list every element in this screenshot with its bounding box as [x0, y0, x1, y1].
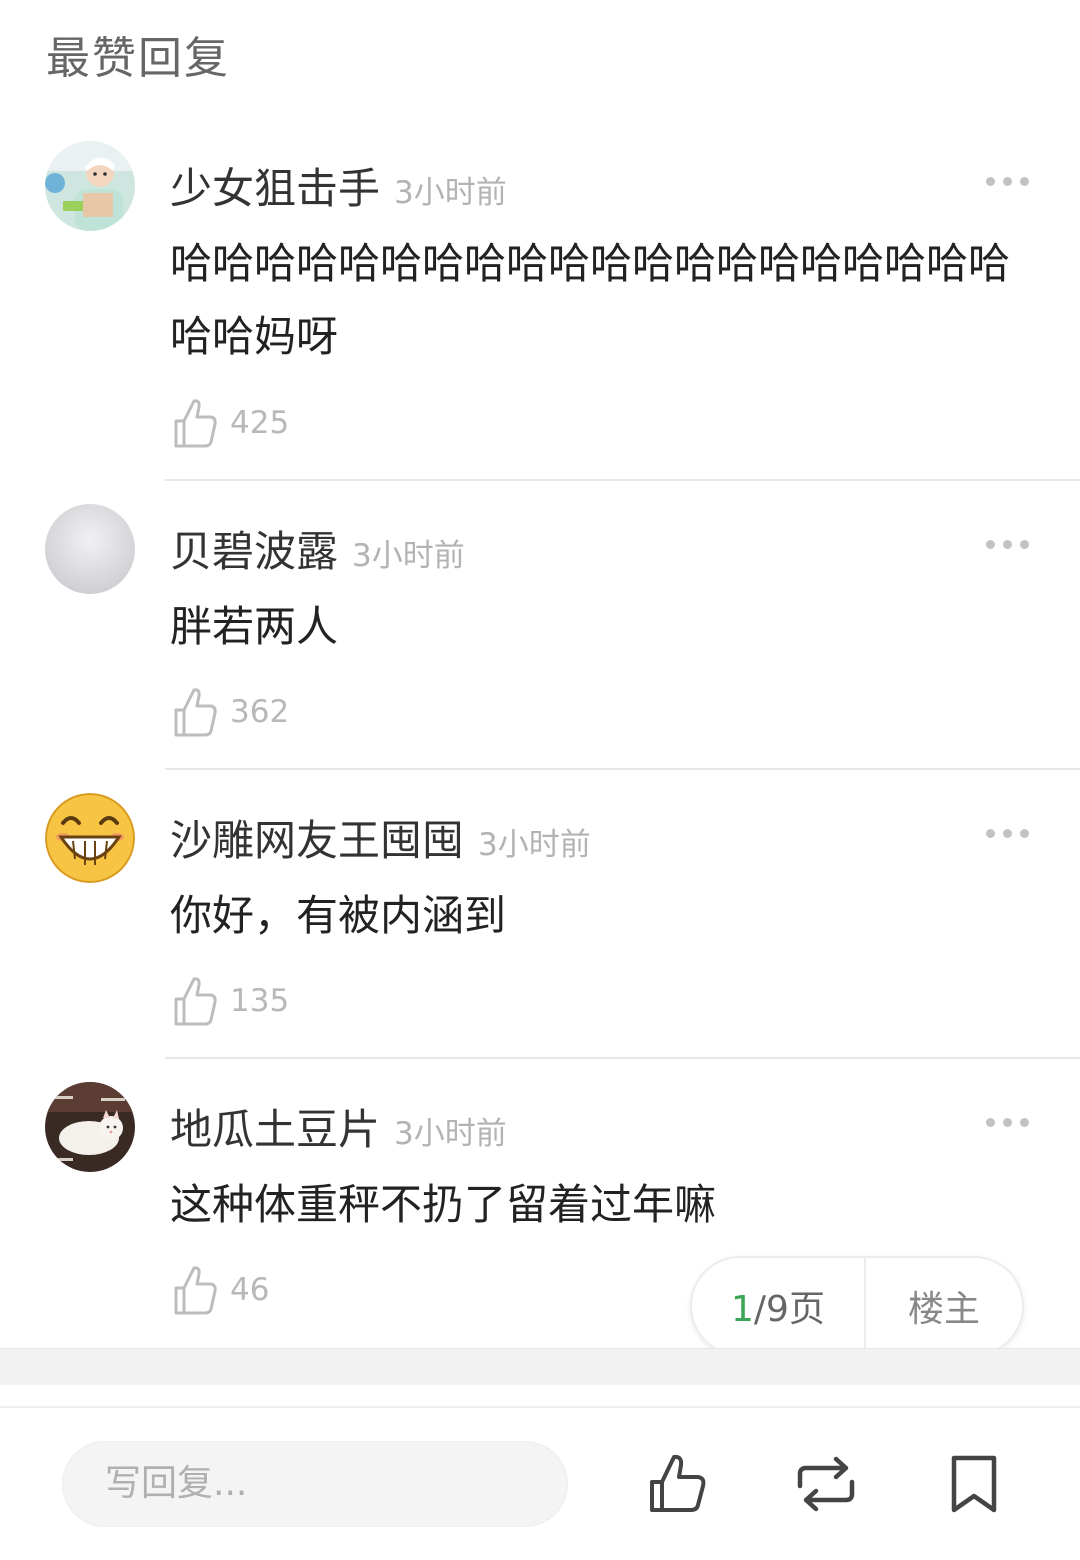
- comment-header: 贝碧波露 3小时前: [170, 518, 465, 579]
- comment-text: 哈哈哈哈哈哈哈哈哈哈哈哈哈哈哈哈哈哈哈哈哈哈妈呀: [170, 239, 1011, 361]
- more-options-icon[interactable]: [986, 171, 1036, 191]
- comment-text: 这种体重秤不扔了留着过年嘛: [170, 1180, 717, 1229]
- like-button[interactable]: 425: [172, 395, 289, 451]
- like-count: 425: [230, 405, 290, 441]
- section-title: 最赞回复: [46, 33, 230, 84]
- page-indicator-button[interactable]: 1/9页: [692, 1280, 864, 1332]
- user-avatar[interactable]: [45, 141, 135, 231]
- like-button[interactable]: 362: [172, 684, 289, 740]
- reply-input[interactable]: 写回复...: [62, 1441, 568, 1527]
- like-count: 46: [230, 1272, 270, 1308]
- comment-text: 胖若两人: [170, 602, 339, 651]
- user-avatar[interactable]: [45, 504, 135, 594]
- divider: [165, 479, 1080, 481]
- repost-icon[interactable]: [792, 1452, 860, 1516]
- username[interactable]: 少女狙击手: [170, 164, 380, 213]
- username[interactable]: 贝碧波露: [170, 527, 338, 576]
- user-avatar[interactable]: [45, 793, 135, 883]
- bookmark-icon[interactable]: [944, 1452, 1008, 1516]
- comment-time: 3小时前: [352, 538, 465, 574]
- comment-time: 3小时前: [394, 175, 507, 211]
- comment-header: 地瓜土豆片 3小时前: [170, 1096, 507, 1157]
- page-navigator: 1/9页 楼主: [690, 1256, 1024, 1356]
- total-pages: /9页: [753, 1289, 825, 1330]
- divider: [165, 768, 1080, 770]
- like-button[interactable]: 46: [172, 1262, 269, 1318]
- bottom-bar-divider: [0, 1406, 1080, 1408]
- thumbs-up-icon: [174, 1266, 217, 1315]
- user-avatar[interactable]: [45, 1082, 135, 1172]
- username[interactable]: 地瓜土豆片: [170, 1105, 380, 1154]
- like-button[interactable]: 135: [172, 973, 289, 1029]
- section-gap: [0, 1348, 1080, 1385]
- like-count: 135: [230, 983, 290, 1019]
- like-count: 362: [230, 694, 290, 730]
- divider: [165, 1057, 1080, 1059]
- owner-only-button[interactable]: 楼主: [866, 1280, 1022, 1332]
- more-options-icon[interactable]: [986, 1112, 1036, 1132]
- comment-time: 3小时前: [478, 827, 591, 863]
- more-options-icon[interactable]: [986, 534, 1036, 554]
- comment-time: 3小时前: [394, 1116, 507, 1152]
- thumbs-up-icon[interactable]: [646, 1452, 710, 1516]
- comment-text: 你好，有被内涵到: [170, 891, 507, 940]
- comment-header: 少女狙击手 3小时前: [170, 155, 507, 216]
- thumbs-up-icon: [174, 688, 217, 737]
- thumbs-up-icon: [174, 977, 217, 1026]
- thumbs-up-icon: [174, 399, 217, 448]
- comment-header: 沙雕网友王囤囤 3小时前: [170, 807, 591, 868]
- current-page: 1: [731, 1289, 754, 1330]
- username[interactable]: 沙雕网友王囤囤: [170, 816, 464, 865]
- more-options-icon[interactable]: [986, 823, 1036, 843]
